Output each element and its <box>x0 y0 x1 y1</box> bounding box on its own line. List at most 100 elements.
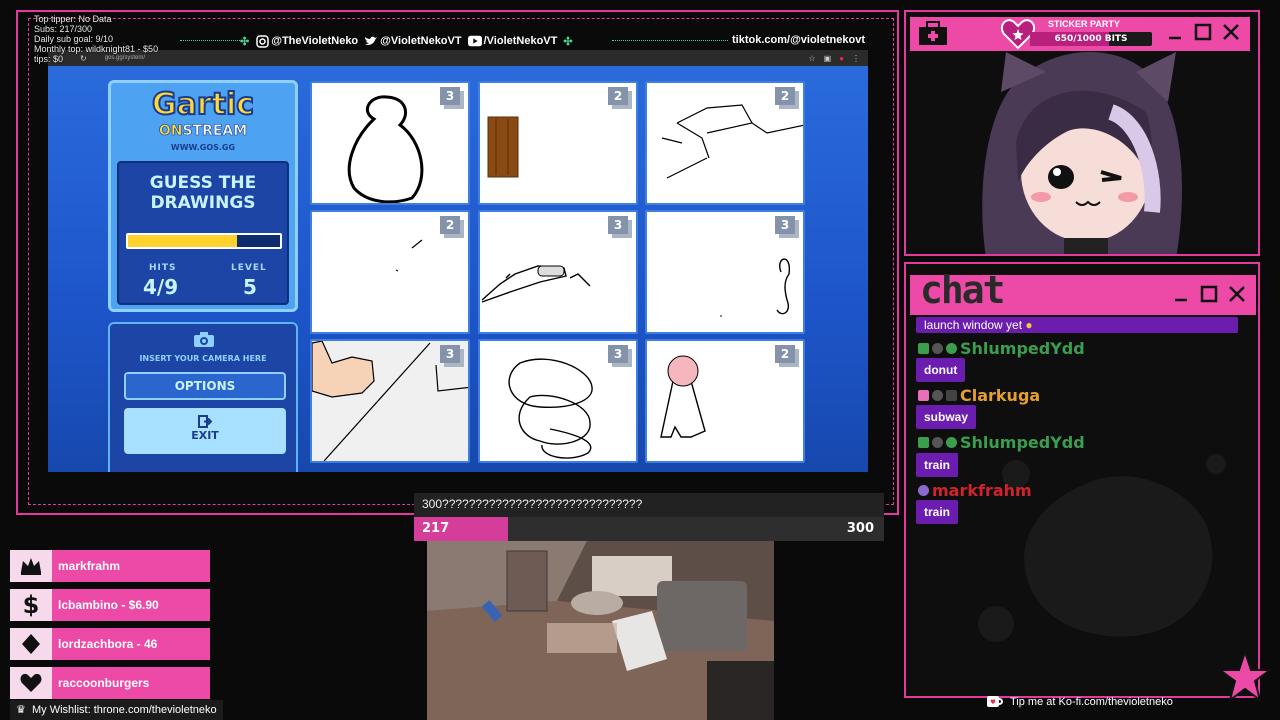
social-youtube[interactable]: /VioletNekoVT <box>467 34 558 48</box>
label-text: raccoonburgers <box>58 676 150 690</box>
minimize-icon[interactable] <box>1166 23 1184 41</box>
drawing-card[interactable]: 3 <box>645 210 805 334</box>
stat-top-tipper: Top tipper: No Data <box>34 14 112 24</box>
heart-icon <box>10 667 52 699</box>
maximize-icon[interactable] <box>1200 285 1218 303</box>
chat-username-row: ShlumpedYdd <box>918 433 1085 452</box>
chat-username[interactable]: ShlumpedYdd <box>960 339 1085 358</box>
chat-message: train <box>916 500 959 524</box>
controller-badge-icon <box>946 389 957 401</box>
chat-message-text: launch window yet <box>924 318 1023 332</box>
goal-progress-track: 217 300 <box>414 517 884 541</box>
wishlist-label: My Wishlist: throne.com/thevioletneko <box>32 704 217 716</box>
chat-username-row: markfrahm <box>918 481 1032 500</box>
label-text: markfrahm <box>58 559 121 573</box>
kofi-link[interactable]: Tip me at Ko-fi.com/thevioletneko <box>986 693 1173 711</box>
chat-title: chat <box>920 268 1006 312</box>
chat-message: subway <box>916 405 977 429</box>
label-text: lcbambino - $6.90 <box>58 598 159 612</box>
paw-badge-icon <box>932 436 943 448</box>
game-info-panel: Gartic ONSTREAM WWW.GOS.GG GUESS THE DRA… <box>108 80 298 312</box>
gartic-url: WWW.GOS.GG <box>170 143 236 152</box>
chat-message-partial: launch window yet ● <box>916 317 1238 333</box>
youtube-handle: /VioletNekoVT <box>483 35 558 47</box>
instagram-handle: @TheVioletNeko <box>271 35 359 47</box>
social-twitter[interactable]: @VioletNekoVT <box>364 34 462 48</box>
sub-badge-icon <box>946 342 957 354</box>
options-button[interactable]: OPTIONS <box>124 372 286 400</box>
youtube-icon <box>467 34 482 48</box>
gartic-logo-sub: ONSTREAM <box>111 123 295 140</box>
exit-button[interactable]: EXIT <box>124 408 286 454</box>
player-count-badge: 3 <box>775 216 799 238</box>
browser-menu-icon[interactable]: ⋮ <box>852 54 860 63</box>
heart-badge-icon <box>918 389 929 401</box>
wishlist-text: ♛ My Wishlist: throne.com/thevioletneko <box>10 700 223 720</box>
player-count-badge: 3 <box>440 345 464 367</box>
player-count-badge: 3 <box>440 87 464 109</box>
label-text: lordzachbora - 46 <box>58 637 158 651</box>
goal-current: 217 <box>422 521 450 536</box>
latest-tip-label: $ lcbambino - $6.90 <box>10 589 210 621</box>
kofi-text: Tip me at Ko-fi.com/thevioletneko <box>1010 696 1173 708</box>
twitter-handle: @VioletNekoVT <box>380 35 462 47</box>
room-camera-image <box>427 541 774 720</box>
avatar-badge-icon <box>918 484 929 496</box>
drawing-card[interactable]: 3 <box>310 339 470 463</box>
guess-box: GUESS THE DRAWINGS HITS 4/9 LEVEL 5 <box>117 161 289 305</box>
checkmark-badge-icon <box>918 342 929 354</box>
webcam-feed <box>427 541 774 720</box>
goal-max: 300 <box>846 521 874 536</box>
chat-username[interactable]: Clarkuga <box>960 386 1040 405</box>
maximize-icon[interactable] <box>1194 23 1212 41</box>
browser-window: ↻ gos.gg/system/ ☆ ▣ ● ⋮ Gartic ONSTREAM… <box>48 50 868 472</box>
drawing-card[interactable]: 2 <box>310 210 470 334</box>
emote-icon: ● <box>1025 318 1033 332</box>
camera-panel: INSERT YOUR CAMERA HERE OPTIONS EXIT <box>108 322 298 472</box>
dollar-icon: $ <box>10 589 52 621</box>
hits-progress-bar <box>126 233 282 249</box>
drawing-card[interactable]: 2 <box>645 81 805 205</box>
drawing-card[interactable]: 3 <box>310 81 470 205</box>
close-icon[interactable] <box>1222 23 1240 41</box>
crown-icon <box>10 550 52 582</box>
sparkle-icon: ✣ <box>240 35 250 48</box>
drawing-card[interactable]: 3 <box>478 210 638 334</box>
sparkle-icon: ✣ <box>563 35 573 48</box>
mode-title: GUESS THE DRAWINGS <box>149 173 257 213</box>
extensions-icon[interactable]: ▣ <box>824 54 832 63</box>
chat-username[interactable]: markfrahm <box>932 481 1032 500</box>
drawing-card[interactable]: 2 <box>478 81 638 205</box>
latest-sub-label: raccoonburgers <box>10 667 210 699</box>
minimize-icon[interactable] <box>1172 285 1190 303</box>
chat-username-row: Clarkuga <box>918 386 1040 405</box>
exit-icon <box>198 415 212 428</box>
crown-icon: ♛ <box>16 704 26 716</box>
bookmark-star-icon[interactable]: ☆ <box>808 54 815 63</box>
dotted-divider <box>180 40 240 41</box>
chat-username[interactable]: ShlumpedYdd <box>960 433 1085 452</box>
social-instagram[interactable]: @TheVioletNeko <box>255 34 358 48</box>
gartic-logo: Gartic <box>151 86 255 123</box>
twitter-icon <box>364 34 378 48</box>
player-count-badge: 2 <box>775 345 799 367</box>
drawing-card[interactable]: 2 <box>645 339 805 463</box>
logo-stream: STREAM <box>182 123 248 140</box>
profile-icon[interactable]: ● <box>839 54 844 63</box>
level-value: 5 <box>243 275 257 299</box>
instagram-icon <box>255 34 269 48</box>
social-tiktok[interactable]: tiktok.com/@violetnekovt <box>732 34 865 46</box>
close-icon[interactable] <box>1228 285 1246 303</box>
stat-tips: tips: $0 <box>34 54 64 64</box>
player-count-badge: 2 <box>608 87 632 109</box>
player-count-badge: 2 <box>440 216 464 238</box>
paw-badge-icon <box>932 389 943 401</box>
stat-monthly-top: Monthly top: wildknight81 - $50 <box>34 44 159 54</box>
logo-on: ON <box>158 123 183 140</box>
player-count-badge: 3 <box>608 345 632 367</box>
drawing-card[interactable]: 3 <box>478 339 638 463</box>
chat-message: train <box>916 453 959 477</box>
goal-title: 300?????????????????????????????? <box>422 497 643 511</box>
kofi-cup-icon <box>987 696 1003 707</box>
hits-label: HITS <box>149 263 177 273</box>
